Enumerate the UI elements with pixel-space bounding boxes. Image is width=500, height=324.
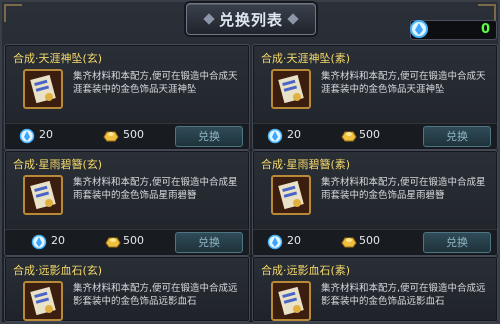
exchange-button[interactable]: 兑换 bbox=[175, 232, 243, 253]
gold-ingot-icon bbox=[341, 237, 357, 248]
recipe-description: 集齐材料和本配方,便可在锻造中合成星雨套装中的金色饰品星雨碧簪 bbox=[321, 177, 486, 201]
recipe-name: 合成·远影血石(素) bbox=[261, 264, 351, 277]
recipe-card: 合成·天涯神坠(素) 集齐材料和本配方,便可在锻造中合成天涯套装中的金色饰品天涯… bbox=[252, 44, 498, 150]
gold-cost: 500 bbox=[123, 128, 144, 141]
recipe-description: 集齐材料和本配方,便可在锻造中合成星雨套装中的金色饰品星雨碧簪 bbox=[73, 177, 238, 201]
title-ornament-icon bbox=[203, 13, 215, 25]
recipe-name: 合成·天涯神坠(玄) bbox=[13, 52, 103, 65]
currency-display: 0 bbox=[410, 20, 497, 40]
recipe-card: 合成·天涯神坠(玄) 集齐材料和本配方,便可在锻造中合成天涯套装中的金色饰品天涯… bbox=[4, 44, 250, 150]
recipe-scroll-icon bbox=[271, 281, 311, 321]
gem-cost: 20 bbox=[39, 128, 53, 141]
window-title-plate: 兑换列表 bbox=[186, 3, 316, 35]
blue-gem-icon bbox=[267, 234, 283, 250]
gold-ingot-icon bbox=[103, 131, 119, 142]
recipe-description: 集齐材料和本配方,便可在锻造中合成天涯套装中的金色饰品天涯神坠 bbox=[321, 71, 486, 95]
cost-row: 20 500 兑换 bbox=[5, 123, 249, 148]
cost-row: 20 500 兑换 bbox=[253, 229, 497, 254]
currency-amount: 0 bbox=[480, 22, 490, 37]
recipe-description: 集齐材料和本配方,便可在锻造中合成远影套装中的金色饰品远影血石 bbox=[321, 283, 486, 307]
cost-row: 20 500 兑换 bbox=[253, 123, 497, 148]
recipe-description: 集齐材料和本配方,便可在锻造中合成远影套装中的金色饰品远影血石 bbox=[73, 283, 238, 307]
exchange-button[interactable]: 兑换 bbox=[423, 126, 491, 147]
recipe-description: 集齐材料和本配方,便可在锻造中合成天涯套装中的金色饰品天涯神坠 bbox=[73, 71, 238, 95]
gold-cost: 500 bbox=[359, 234, 380, 247]
blue-gem-icon bbox=[410, 20, 428, 38]
recipe-scroll-icon bbox=[23, 69, 63, 109]
window-title: 兑换列表 bbox=[218, 10, 283, 29]
exchange-button[interactable]: 兑换 bbox=[175, 126, 243, 147]
recipe-name: 合成·星雨碧簪(素) bbox=[261, 158, 351, 171]
blue-gem-icon bbox=[19, 128, 35, 144]
gem-cost: 20 bbox=[287, 234, 301, 247]
recipe-scroll-icon bbox=[23, 281, 63, 321]
gold-cost: 500 bbox=[359, 128, 380, 141]
blue-gem-icon bbox=[31, 234, 47, 250]
blue-gem-icon bbox=[267, 128, 283, 144]
exchange-button[interactable]: 兑换 bbox=[423, 232, 491, 253]
recipe-name: 合成·远影血石(玄) bbox=[13, 264, 103, 277]
recipe-card: 合成·星雨碧簪(素) 集齐材料和本配方,便可在锻造中合成星雨套装中的金色饰品星雨… bbox=[252, 150, 498, 256]
title-ornament-icon bbox=[287, 13, 299, 25]
recipe-name: 合成·天涯神坠(素) bbox=[261, 52, 351, 65]
gem-cost: 20 bbox=[51, 234, 65, 247]
gold-ingot-icon bbox=[341, 131, 357, 142]
gem-cost: 20 bbox=[287, 128, 301, 141]
recipe-card: 合成·星雨碧簪(玄) 集齐材料和本配方,便可在锻造中合成星雨套装中的金色饰品星雨… bbox=[4, 150, 250, 256]
cost-row: 20 500 兑换 bbox=[5, 229, 249, 254]
recipe-name: 合成·星雨碧簪(玄) bbox=[13, 158, 103, 171]
recipe-card: 合成·远影血石(玄) 集齐材料和本配方,便可在锻造中合成远影套装中的金色饰品远影… bbox=[4, 256, 250, 322]
recipe-scroll-icon bbox=[23, 175, 63, 215]
frame-corner-ornament bbox=[4, 4, 22, 22]
gold-ingot-icon bbox=[105, 237, 121, 248]
recipe-scroll-icon bbox=[271, 69, 311, 109]
gold-cost: 500 bbox=[123, 234, 144, 247]
recipe-card: 合成·远影血石(素) 集齐材料和本配方,便可在锻造中合成远影套装中的金色饰品远影… bbox=[252, 256, 498, 322]
recipe-scroll-icon bbox=[271, 175, 311, 215]
